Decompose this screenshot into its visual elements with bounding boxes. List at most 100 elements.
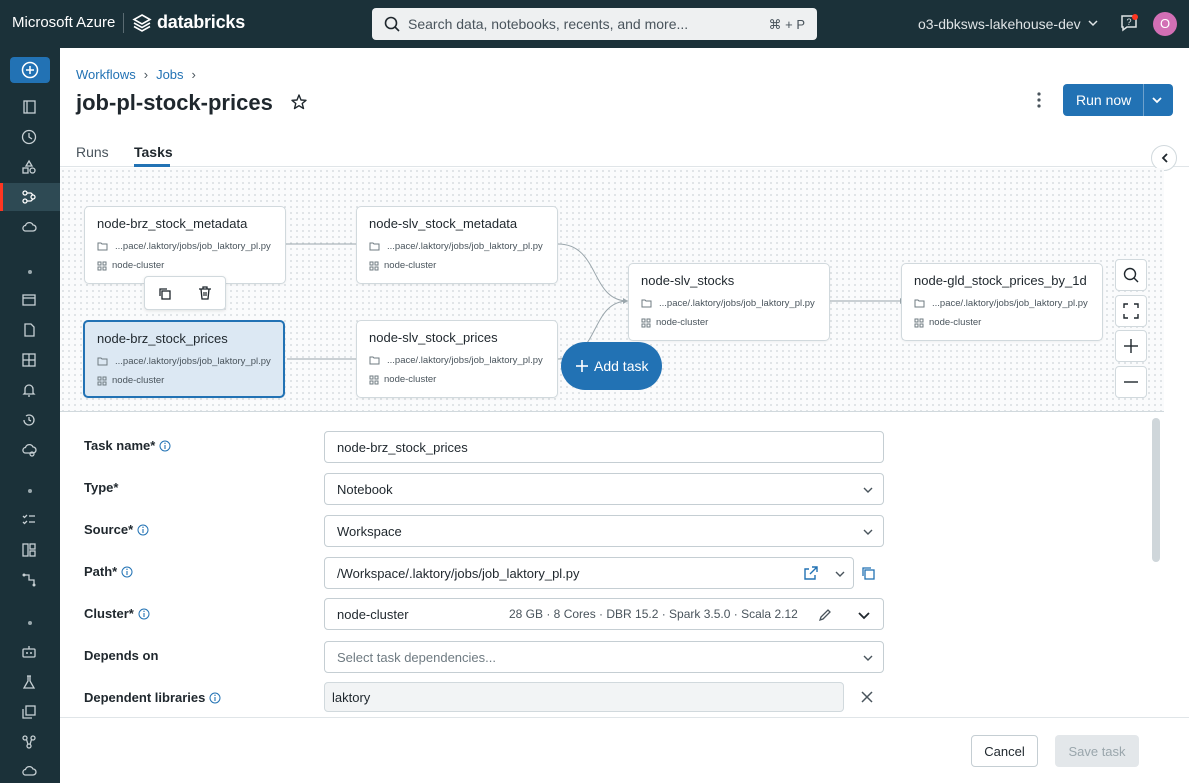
chevron-down-icon[interactable] [857,609,871,623]
cluster-icon [914,318,924,328]
task-node-path: ...pace/.laktory/jobs/job_laktory_pl.py [387,241,543,252]
info-icon[interactable] [137,524,149,536]
path-input[interactable]: /Workspace/.laktory/jobs/job_laktory_pl.… [324,557,854,589]
task-node[interactable]: node-slv_stocks ...pace/.laktory/jobs/jo… [628,263,830,341]
new-button[interactable] [10,57,50,83]
search-icon [384,16,400,32]
page-title: job-pl-stock-prices [76,90,273,115]
cluster-icon [369,261,379,271]
sidebar-item-sql-editor[interactable] [0,286,60,314]
task-name-input[interactable]: node-brz_stock_prices [324,431,884,463]
sidebar-item-features[interactable] [0,698,60,726]
sidebar-item-compute[interactable] [0,213,60,241]
top-bar: Microsoft Azure databricks Search data, … [0,0,1189,48]
type-select[interactable]: Notebook [324,473,884,505]
help-chat-icon[interactable]: ? [1119,13,1139,33]
path-label: Path* [84,564,133,579]
breadcrumb-jobs[interactable]: Jobs [156,67,183,82]
active-tab-indicator [134,164,170,167]
task-node-path: ...pace/.laktory/jobs/job_laktory_pl.py [115,241,271,252]
info-icon[interactable] [209,692,221,704]
add-task-button[interactable]: Add task [561,342,662,390]
breadcrumb-separator: › [191,67,196,82]
chevron-down-icon[interactable] [1150,93,1164,107]
close-icon[interactable] [859,689,875,705]
task-node-selected[interactable]: node-brz_stock_prices ...pace/.laktory/j… [83,320,285,398]
tab-tasks[interactable]: Tasks [134,144,173,160]
cluster-specs: 28 GB · 8 Cores · DBR 15.2 · Spark 3.5.0… [509,607,798,621]
sidebar-item-recents[interactable] [0,123,60,151]
save-task-button[interactable]: Save task [1055,735,1139,767]
fit-view-button[interactable] [1115,295,1147,327]
folder-icon [641,299,652,308]
task-node-name: node-brz_stock_prices [97,331,228,346]
form-scrollbar[interactable] [1152,418,1160,562]
sidebar-item-queries[interactable] [0,316,60,344]
info-icon[interactable] [121,566,133,578]
workspace-switcher[interactable]: o3-dbksws-lakehouse-dev [918,16,1081,32]
trash-icon[interactable] [197,285,213,301]
task-name-label: Task name* [84,438,171,453]
sidebar-item-serving[interactable] [0,758,60,783]
run-now-button[interactable]: Run now [1063,84,1173,116]
library-name: laktory [332,690,371,705]
type-value: Notebook [337,482,393,497]
info-icon[interactable] [159,440,171,452]
star-icon[interactable] [290,93,308,111]
sidebar-item-sql-warehouses[interactable] [0,436,60,464]
sidebar-item-catalog[interactable] [0,153,60,181]
chevron-down-icon[interactable] [834,568,846,580]
zoom-out-button[interactable] [1115,366,1147,398]
chevron-left-icon [1161,153,1168,163]
chevron-down-icon [863,529,873,535]
task-node-cluster: node-cluster [112,260,165,271]
sidebar-item-workspace[interactable] [0,93,60,121]
copy-icon[interactable] [157,286,173,302]
cluster-label: Cluster* [84,606,150,621]
tab-runs[interactable]: Runs [76,144,109,160]
library-item: laktory [324,682,844,712]
sidebar-item-job-runs[interactable] [0,506,60,534]
search-shortcut: ⌘ + P [768,17,806,32]
breadcrumb-workflows[interactable]: Workflows [76,67,136,82]
user-avatar[interactable]: O [1153,12,1177,36]
task-node-path: ...pace/.laktory/jobs/job_laktory_pl.py [932,298,1088,309]
sidebar-item-dashboards[interactable] [0,346,60,374]
breadcrumb: Workflows › Jobs › [76,67,204,82]
sidebar-item-experiments[interactable] [0,668,60,696]
copy-path-icon[interactable] [861,566,875,580]
task-node[interactable]: node-slv_stock_prices ...pace/.laktory/j… [356,320,558,398]
source-select[interactable]: Workspace [324,515,884,547]
cluster-icon [97,261,107,271]
sidebar-item-data-ingestion[interactable] [0,536,60,564]
cluster-value: node-cluster [337,607,409,622]
open-external-icon[interactable] [804,566,818,580]
cluster-select[interactable]: node-cluster 28 GB · 8 Cores · DBR 15.2 … [324,598,884,630]
zoom-in-button[interactable] [1115,330,1147,362]
task-node[interactable]: node-slv_stock_metadata ...pace/.laktory… [356,206,558,284]
node-action-toolbar [144,276,226,310]
sidebar-item-pipelines[interactable] [0,566,60,594]
task-node-name: node-slv_stock_metadata [369,216,518,231]
info-icon[interactable] [138,608,150,620]
search-nodes-button[interactable] [1115,259,1147,291]
sidebar-item-query-history[interactable] [0,406,60,434]
task-node[interactable]: node-gld_stock_prices_by_1d ...pace/.lak… [901,263,1103,341]
kebab-menu-icon[interactable] [1031,91,1047,109]
sidebar-item-playground[interactable] [0,638,60,666]
sidebar-item-workflows[interactable] [0,183,60,211]
global-search[interactable]: Search data, notebooks, recents, and mor… [372,8,817,40]
run-now-label: Run now [1076,92,1132,108]
brand-divider [123,13,124,33]
folder-icon [369,242,380,251]
pencil-icon[interactable] [818,607,833,622]
sidebar-item-models[interactable] [0,728,60,756]
depends-on-select[interactable]: Select task dependencies... [324,641,884,673]
cancel-button[interactable]: Cancel [971,735,1038,767]
task-node-cluster: node-cluster [384,260,437,271]
source-label: Source* [84,522,149,537]
task-node-path: ...pace/.laktory/jobs/job_laktory_pl.py [387,355,543,366]
sidebar-item-alerts[interactable] [0,376,60,404]
task-node[interactable]: node-brz_stock_metadata ...pace/.laktory… [84,206,286,284]
chevron-down-icon[interactable] [1087,17,1099,29]
